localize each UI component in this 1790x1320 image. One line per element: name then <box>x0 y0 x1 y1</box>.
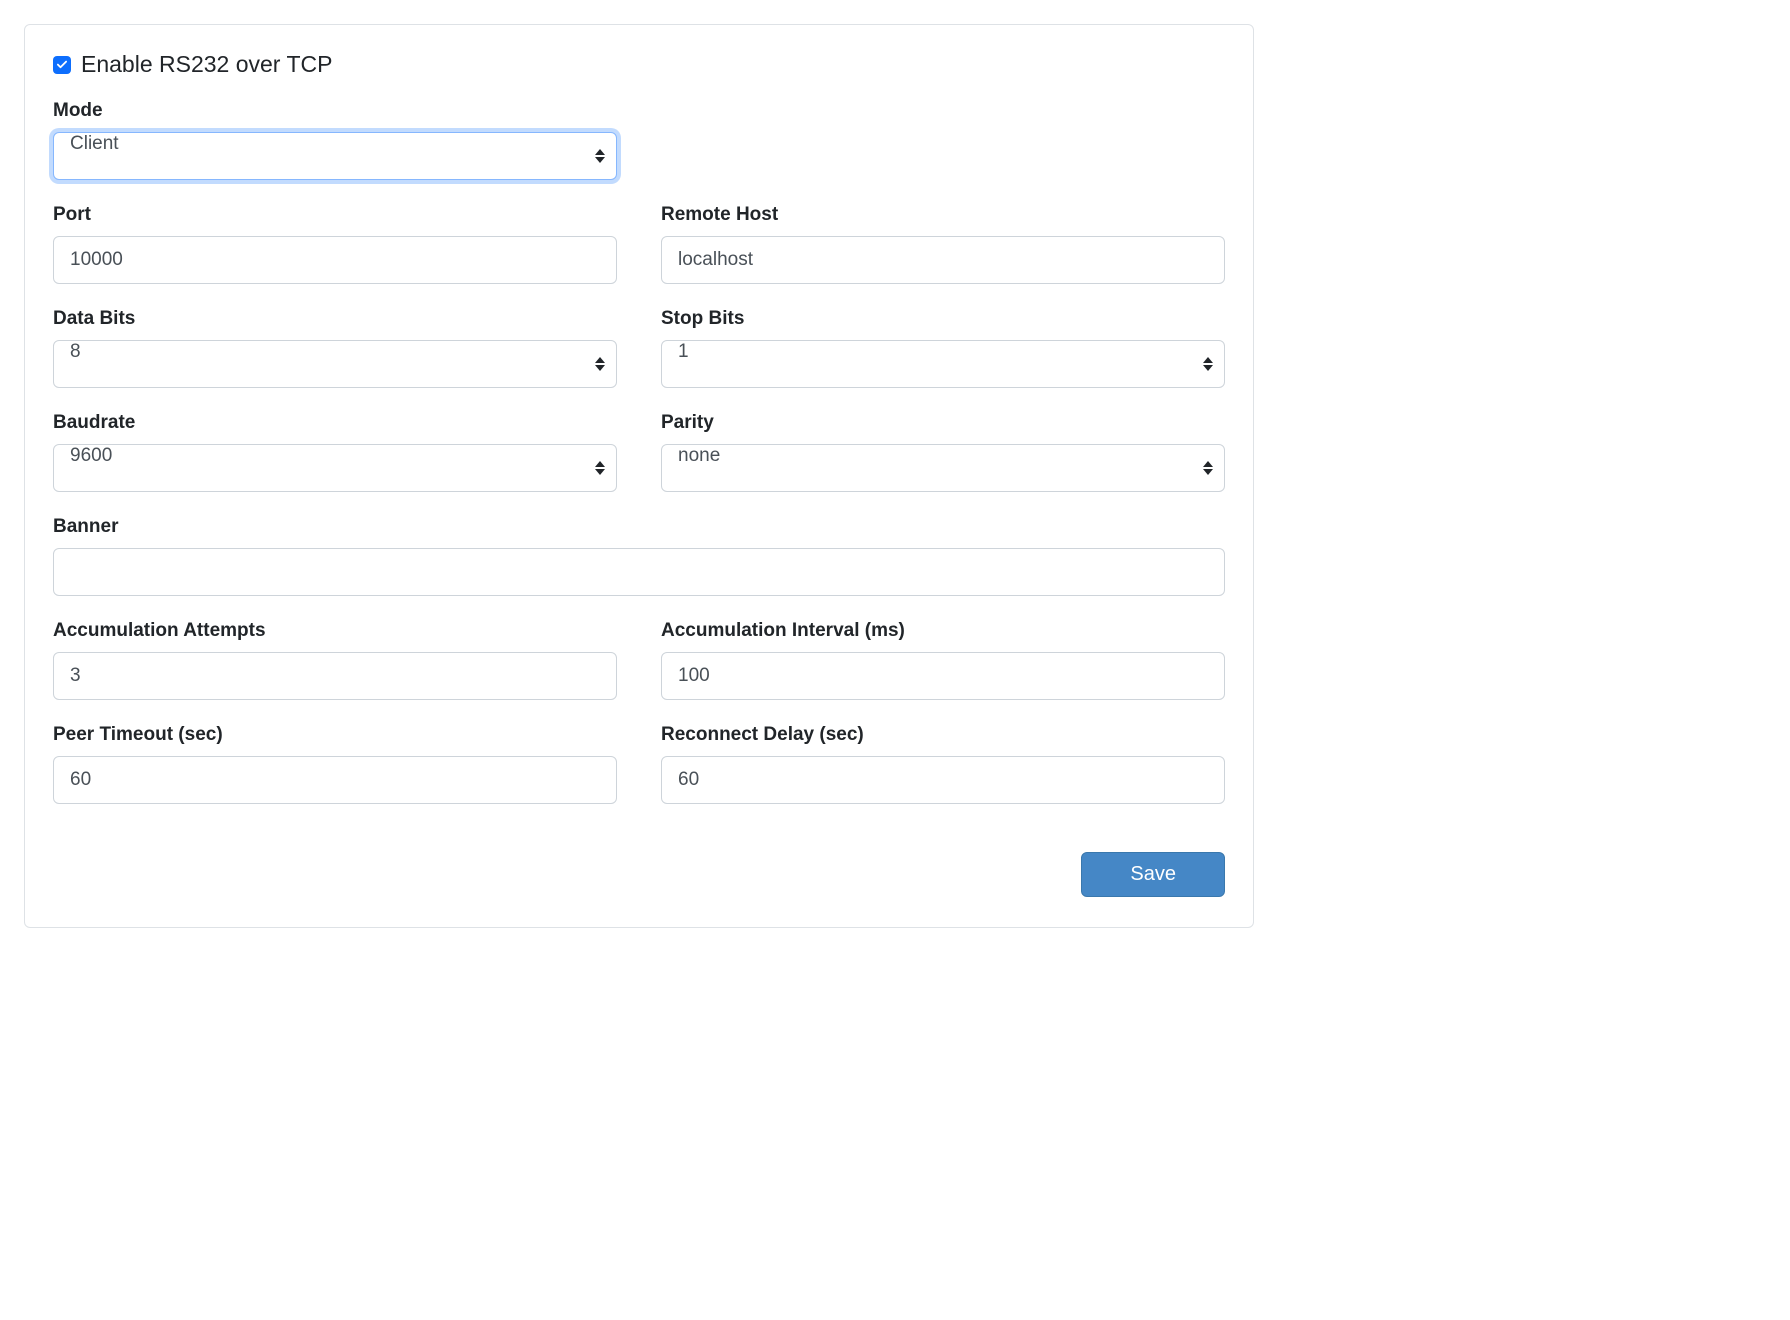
field-accum-attempts: Accumulation Attempts <box>53 620 617 700</box>
label-peer-timeout: Peer Timeout (sec) <box>53 724 617 746</box>
label-remote-host: Remote Host <box>661 204 1225 226</box>
field-data-bits: Data Bits 8 <box>53 308 617 388</box>
field-parity: Parity none <box>661 412 1225 492</box>
label-baudrate: Baudrate <box>53 412 617 434</box>
parity-select[interactable]: none <box>661 444 1225 492</box>
data-bits-select[interactable]: 8 <box>53 340 617 388</box>
label-parity: Parity <box>661 412 1225 434</box>
enable-row: Enable RS232 over TCP <box>53 51 1225 78</box>
peer-timeout-input[interactable] <box>53 756 617 804</box>
label-accum-attempts: Accumulation Attempts <box>53 620 617 642</box>
accum-interval-input[interactable] <box>661 652 1225 700</box>
field-reconnect-delay: Reconnect Delay (sec) <box>661 724 1225 804</box>
remote-host-input[interactable] <box>661 236 1225 284</box>
baudrate-select[interactable]: 9600 <box>53 444 617 492</box>
field-accum-interval: Accumulation Interval (ms) <box>661 620 1225 700</box>
field-baudrate: Baudrate 9600 <box>53 412 617 492</box>
enable-label: Enable RS232 over TCP <box>81 51 332 78</box>
form-grid: Mode Client Port Remote Host Data Bits 8 <box>53 100 1225 804</box>
field-peer-timeout: Peer Timeout (sec) <box>53 724 617 804</box>
label-stop-bits: Stop Bits <box>661 308 1225 330</box>
field-port: Port <box>53 204 617 284</box>
label-data-bits: Data Bits <box>53 308 617 330</box>
button-row: Save <box>53 852 1225 897</box>
save-button[interactable]: Save <box>1081 852 1225 897</box>
label-mode: Mode <box>53 100 617 122</box>
field-mode: Mode Client <box>53 100 617 180</box>
spacer <box>661 100 1225 180</box>
label-banner: Banner <box>53 516 1225 538</box>
field-stop-bits: Stop Bits 1 <box>661 308 1225 388</box>
field-remote-host: Remote Host <box>661 204 1225 284</box>
check-icon <box>56 59 68 71</box>
label-reconnect-delay: Reconnect Delay (sec) <box>661 724 1225 746</box>
label-port: Port <box>53 204 617 226</box>
label-accum-interval: Accumulation Interval (ms) <box>661 620 1225 642</box>
mode-select[interactable]: Client <box>53 132 617 180</box>
settings-panel: Enable RS232 over TCP Mode Client Port R… <box>24 24 1254 928</box>
port-input[interactable] <box>53 236 617 284</box>
enable-checkbox[interactable] <box>53 56 71 74</box>
accum-attempts-input[interactable] <box>53 652 617 700</box>
stop-bits-select[interactable]: 1 <box>661 340 1225 388</box>
field-banner: Banner <box>53 516 1225 596</box>
reconnect-delay-input[interactable] <box>661 756 1225 804</box>
banner-input[interactable] <box>53 548 1225 596</box>
